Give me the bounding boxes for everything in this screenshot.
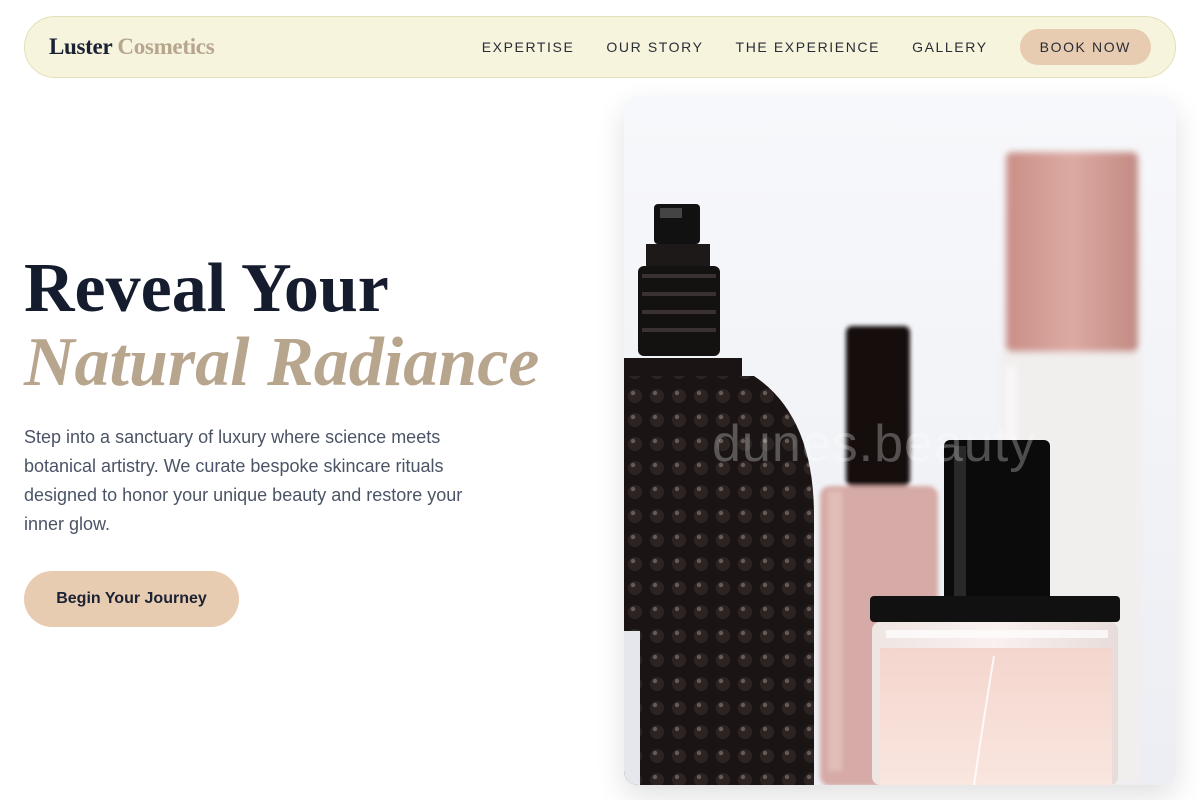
nav-link-expertise[interactable]: EXPERTISE	[482, 39, 575, 55]
brand-name-primary: Luster	[49, 34, 112, 59]
hero-description: Step into a sanctuary of luxury where sc…	[24, 427, 463, 534]
top-navbar: Luster Cosmetics EXPERTISE OUR STORY THE…	[24, 16, 1176, 78]
brand-logo[interactable]: Luster Cosmetics	[49, 34, 215, 60]
hero-title-line1: Reveal Your	[24, 250, 389, 327]
begin-journey-button[interactable]: Begin Your Journey	[24, 571, 239, 627]
nav-link-our-story[interactable]: OUR STORY	[606, 39, 703, 55]
hero-title-line2: Natural Radiance	[24, 324, 540, 401]
brand-name-secondary: Cosmetics	[117, 34, 215, 59]
nav-link-the-experience[interactable]: THE EXPERIENCE	[736, 39, 881, 55]
nav-link-gallery[interactable]: GALLERY	[912, 39, 988, 55]
nav-links: EXPERTISE OUR STORY THE EXPERIENCE GALLE…	[482, 29, 1151, 65]
book-now-button[interactable]: BOOK NOW	[1019, 29, 1151, 65]
hero-product-image: dunes.beauty	[624, 96, 1176, 785]
image-watermark: dunes.beauty	[712, 415, 1037, 473]
small-glass-edge	[624, 631, 640, 785]
hero-title: Reveal Your Natural Radiance	[24, 252, 539, 400]
